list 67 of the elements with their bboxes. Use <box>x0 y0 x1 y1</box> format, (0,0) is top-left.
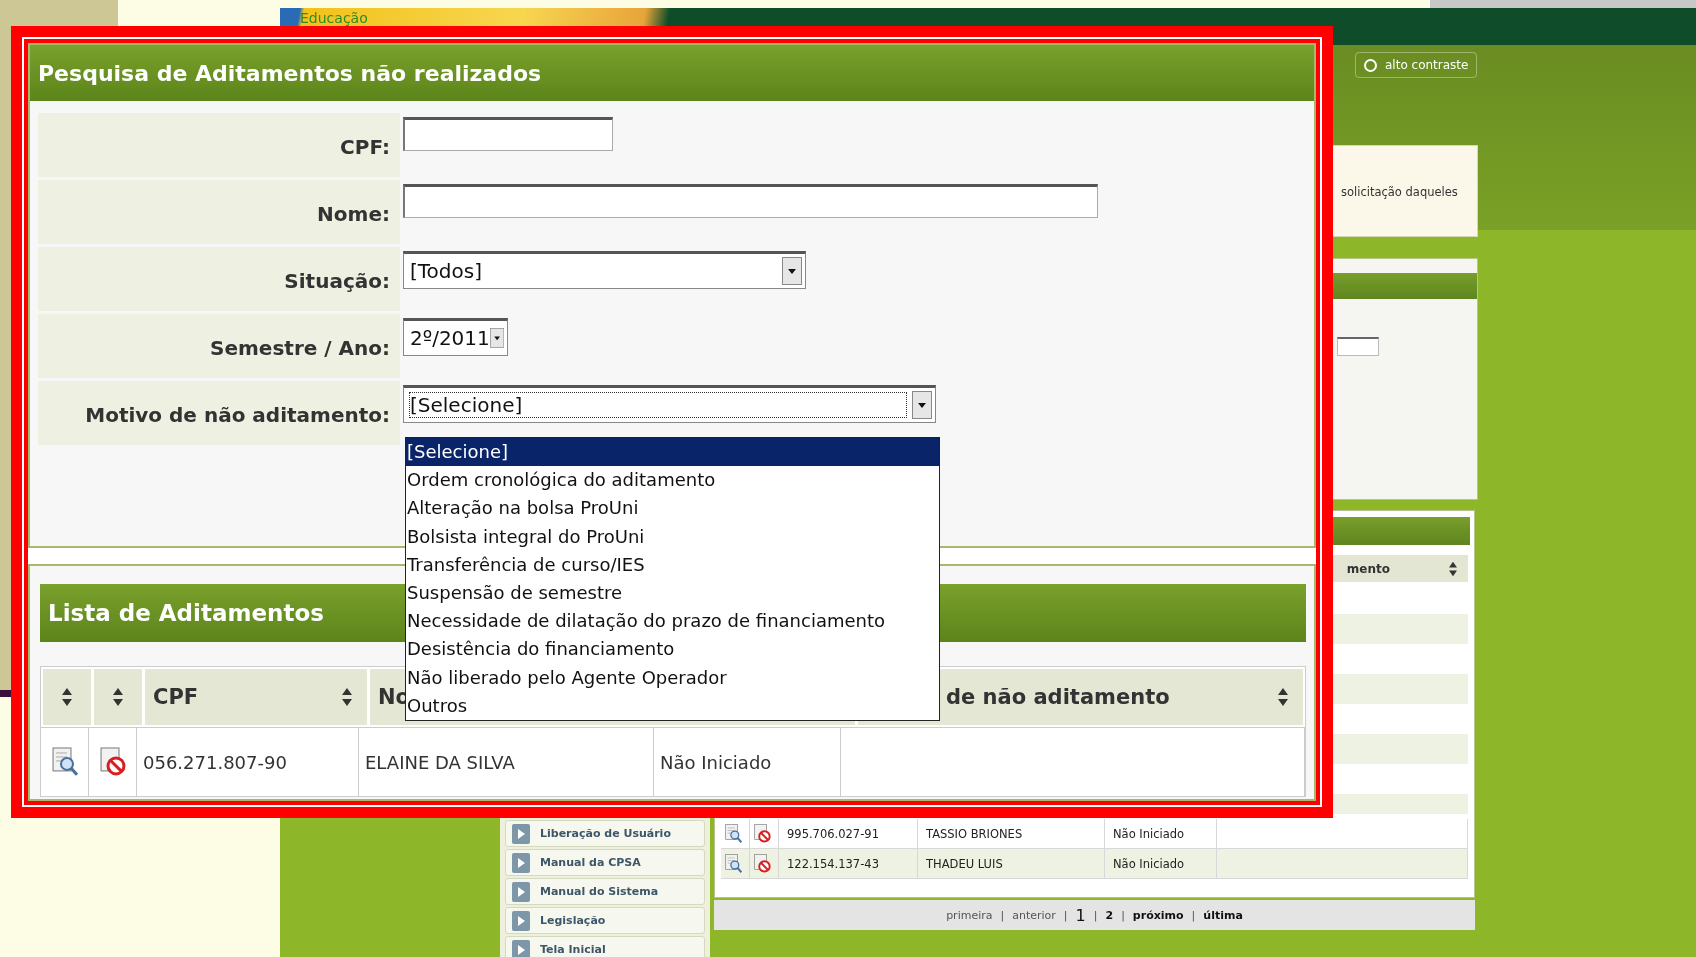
dropdown-option[interactable]: [Selecione] <box>406 438 939 467</box>
document-magnifier-icon[interactable] <box>725 823 742 844</box>
sidebar-item-label: Tela Inicial <box>540 943 606 956</box>
column-header-label[interactable]: de não aditamento <box>946 685 1170 709</box>
logo-text: Educação <box>300 10 368 26</box>
sidebar-item-label: Legislação <box>540 914 606 927</box>
dropdown-option[interactable]: Bolsista integral do ProUni <box>406 522 939 551</box>
input-field[interactable] <box>403 117 613 151</box>
dropdown-option[interactable]: Necessidade de dilatação do prazo de financiamento <box>406 607 939 636</box>
sidebar-item[interactable]: Manual da CPSA <box>505 849 705 876</box>
table-cell: Não Iniciado <box>1105 849 1217 878</box>
field-label: CPF: <box>38 113 400 177</box>
sort-icon[interactable] <box>341 687 353 707</box>
select-field[interactable]: [Selecione] <box>403 385 936 423</box>
column-header[interactable]: mento <box>1346 561 1390 576</box>
pagination-link[interactable]: 2 <box>1105 908 1114 922</box>
field-label: Semestre / Ano: <box>38 314 400 378</box>
separator-text: | <box>1093 908 1098 922</box>
sort-icon[interactable] <box>112 687 124 707</box>
pagination-link[interactable]: próximo <box>1132 908 1184 922</box>
document-magnifier-icon[interactable] <box>51 747 78 777</box>
panel-title: Pesquisa de Aditamentos não realizados <box>30 45 1314 101</box>
sort-icon[interactable] <box>61 687 73 707</box>
pagination-link[interactable]: última <box>1203 908 1243 922</box>
dropdown-option[interactable]: Outros <box>406 691 939 720</box>
table-cell: Não Iniciado <box>654 728 841 796</box>
sidebar-item-label: Manual do Sistema <box>540 885 659 898</box>
table-cell: 122.154.137-43 <box>779 849 918 878</box>
select-field[interactable]: [Todos] <box>403 251 806 289</box>
arrow-icon <box>512 939 530 957</box>
table-cell: 056.271.807-90 <box>137 728 359 796</box>
separator-text: | <box>1121 908 1125 922</box>
table-cell: THADEU LUIS <box>918 849 1105 878</box>
dropdown-option[interactable]: Não liberado pelo Agente Operador <box>406 663 939 692</box>
radio-label: alto contraste <box>1385 58 1469 72</box>
column-header-label[interactable]: CPF <box>153 685 199 709</box>
sidebar-item-label: Liberação de Usuário <box>540 827 671 840</box>
sidebar-item[interactable]: Tela Inicial <box>505 936 705 957</box>
table-cell: TASSIO BRIONES <box>918 819 1105 848</box>
input-field[interactable] <box>403 184 1098 218</box>
table-cell: 995.706.027-91 <box>779 819 918 848</box>
field-label: Nome: <box>38 180 400 244</box>
separator-text: | <box>1191 908 1196 922</box>
field-label: Situação: <box>38 247 400 311</box>
table-cell: Não Iniciado <box>1105 819 1217 848</box>
sort-icon[interactable] <box>1277 687 1289 707</box>
field-label: Motivo de não aditamento: <box>38 381 400 445</box>
document-prohibited-icon[interactable] <box>99 747 126 777</box>
sidebar-item-label: Manual da CPSA <box>540 856 641 869</box>
radio-button[interactable] <box>1364 58 1377 72</box>
dropdown-option[interactable]: Ordem cronológica do aditamento <box>406 466 939 495</box>
notice-text: solicitação daqueles <box>1341 185 1458 199</box>
pagination-link[interactable]: 1 <box>1075 905 1086 925</box>
select-field[interactable]: 2º/2011 <box>403 318 508 356</box>
separator-text: | <box>1000 908 1005 922</box>
dropdown-option[interactable]: Alteração na bolsa ProUni <box>406 494 939 523</box>
dropdown-option[interactable]: Transferência de curso/IES <box>406 550 939 579</box>
table-cell: ELAINE DA SILVA <box>359 728 654 796</box>
sidebar-item[interactable]: Legislação <box>505 907 705 934</box>
separator-text: | <box>1063 908 1068 922</box>
input-field[interactable] <box>1337 337 1379 356</box>
document-prohibited-icon[interactable] <box>754 853 771 874</box>
document-prohibited-icon[interactable] <box>754 823 771 844</box>
sidebar-item[interactable]: Liberação de Usuário <box>505 820 705 847</box>
sort-icon[interactable] <box>1448 560 1458 577</box>
document-magnifier-icon[interactable] <box>725 853 742 874</box>
sidebar-item[interactable]: Manual do Sistema <box>505 878 705 905</box>
